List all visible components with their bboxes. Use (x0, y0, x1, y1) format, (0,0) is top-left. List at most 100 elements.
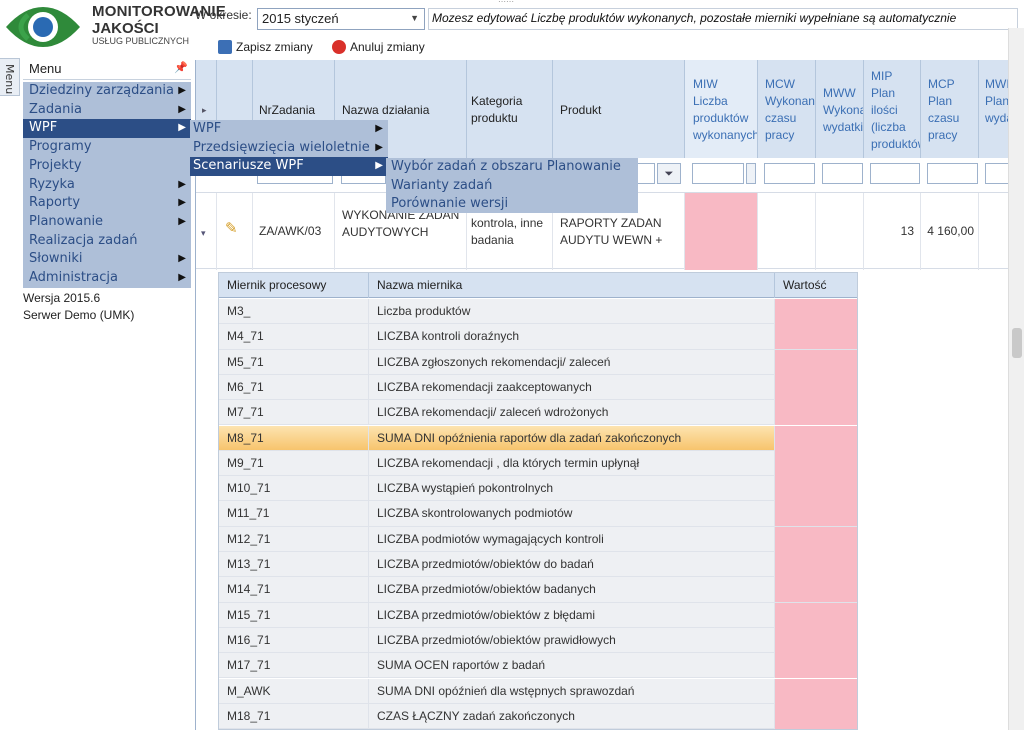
cancel-button-label: Anuluj zmiany (350, 40, 425, 54)
filter-mip-input[interactable] (870, 163, 920, 184)
hint-text: Mozesz edytować Liczbę produktów wykonan… (428, 8, 1018, 30)
chevron-right-icon: ▶ (178, 272, 186, 283)
submenu-item-wpf[interactable]: WPF ▶ (190, 120, 388, 139)
table-row[interactable]: M3_ Liczba produktów (219, 299, 857, 325)
filter-mcp-input[interactable] (927, 163, 978, 184)
header-nazwa-miernika[interactable]: Nazwa miernika (369, 273, 775, 298)
table-row[interactable]: M12_71 LICZBA podmiotów wymagających kont… (219, 526, 857, 552)
row-collapse[interactable]: ▾ (196, 193, 217, 270)
cell-wartosc[interactable] (775, 678, 857, 704)
row-edit[interactable]: ✎ (217, 193, 253, 270)
menu-item-label: Raporty (29, 195, 81, 211)
vertical-scrollbar[interactable] (1008, 28, 1024, 730)
filter-mcw-input[interactable] (764, 163, 815, 184)
filter-mww-input[interactable] (822, 163, 863, 184)
menu-item-zadania[interactable]: Zadania ▶ (23, 101, 191, 120)
cell-wartosc[interactable] (775, 425, 857, 451)
menu-item-ryzyka[interactable]: Ryzyka ▶ (23, 176, 191, 195)
menu-item-raporty[interactable]: Raporty ▶ (23, 194, 191, 213)
table-row[interactable]: M13_71 LICZBA przedmiotów/obiektów do bad… (219, 552, 857, 578)
submenu-item-label: Scenariusze WPF (193, 158, 304, 173)
header-kategoria[interactable]: Kategoria produktu (467, 60, 553, 158)
submenu-item-scenariusze[interactable]: Scenariusze WPF ▶ (190, 157, 388, 176)
table-row[interactable]: M5_71 LICZBA zgłoszonych rekomendacji/ za… (219, 349, 857, 375)
logo-eye-icon (6, 7, 80, 47)
menu-item-projekty[interactable]: Projekty (23, 157, 191, 176)
header-mww[interactable]: MWW Wykonany wydatki (816, 60, 864, 158)
cell-wartosc[interactable] (775, 299, 857, 324)
cell-miw[interactable] (685, 193, 758, 270)
cell-wartosc[interactable] (775, 324, 857, 350)
scrollbar-thumb[interactable] (1012, 328, 1022, 358)
save-button[interactable]: Zapisz zmiany (218, 37, 313, 57)
submenu-item-wybor-zadan[interactable]: Wybór zadań z obszaru Planowanie (386, 158, 638, 177)
cell-wartosc[interactable] (775, 400, 857, 426)
chevron-right-icon: ▶ (178, 215, 186, 227)
header-miernik[interactable]: Miernik procesowy (219, 273, 369, 298)
cell-wartosc[interactable] (775, 552, 857, 577)
chevron-right-icon: ▶ (178, 85, 186, 96)
submenu-item-porownanie[interactable]: Porównanie wersji (386, 195, 638, 214)
submenu-item-warianty[interactable]: Warianty zadań (386, 177, 638, 196)
cell-wartosc[interactable] (775, 577, 857, 603)
pin-icon[interactable]: 📌 (174, 61, 188, 74)
table-row[interactable]: M15_71 LICZBA przedmiotów/obiektów z błęd… (219, 602, 857, 628)
cell-wartosc[interactable] (775, 703, 857, 729)
table-row[interactable]: M18_71 CZAS ŁĄCZNY zadań zakończonych (219, 703, 857, 729)
cell-wartosc[interactable] (775, 653, 857, 679)
cell-wartosc[interactable] (775, 526, 857, 552)
subgrid-header: Miernik procesowy Nazwa miernika Wartość (219, 273, 857, 298)
table-row[interactable]: M7_71 LICZBA rekomendacji/ zaleceń wdrożo… (219, 400, 857, 426)
header-mcp[interactable]: MCP Plan czasu pracy (921, 60, 979, 158)
cell-miernik-name: LICZBA wystąpień pokontrolnych (369, 476, 775, 502)
cell-wartosc[interactable] (775, 602, 857, 628)
filter-miw-input[interactable] (692, 163, 744, 184)
filter-icon[interactable]: ⏷ (657, 163, 681, 184)
table-row[interactable]: M8_71 SUMA DNI opóźnienia raportów dla za… (219, 425, 857, 451)
menu-item-realizacja[interactable]: Realizacja zadań (23, 232, 191, 251)
cell-wartosc[interactable] (775, 627, 857, 653)
table-row[interactable]: M10_71 LICZBA wystąpień pokontrolnych (219, 476, 857, 502)
table-row[interactable]: M16_71 LICZBA przedmiotów/obiektów prawid… (219, 627, 857, 654)
menu-item-wpf[interactable]: WPF ▶ (23, 119, 191, 139)
okres-label: W okresie: (195, 8, 252, 22)
menu-item-label: Projekty (29, 157, 82, 173)
header-miw[interactable]: MIW Liczba produktów wykonanych (685, 60, 758, 158)
table-row[interactable]: M9_71 LICZBA rekomendacji , dla których t… (219, 450, 857, 477)
cell-mww (816, 193, 864, 270)
cell-miernik-name: LICZBA przedmiotów/obiektów z błędami (369, 602, 775, 628)
header-wartosc[interactable]: Wartość (775, 273, 857, 298)
resize-grip-icon[interactable]: ⋯⋯ (498, 0, 522, 6)
menu-item-planowanie[interactable]: Planowanie ▶ (23, 213, 191, 232)
cell-wartosc[interactable] (775, 450, 857, 476)
menu-item-administracja[interactable]: Administracja ▶ (23, 269, 191, 288)
mierniki-subgrid: Miernik procesowy Nazwa miernika Wartość… (218, 272, 858, 730)
header-produkt[interactable]: Produkt (553, 60, 685, 158)
table-row[interactable]: M_AWK SUMA DNI opóźnień dla wstępnych spr… (219, 678, 857, 704)
table-row[interactable]: M11_71 LICZBA skontrolowanych podmiotów (219, 501, 857, 527)
filter-miw-dropdown[interactable] (746, 163, 756, 184)
menu-item-label: Programy (29, 139, 92, 155)
header-mcw[interactable]: MCW Wykonany czasu pracy (758, 60, 816, 158)
table-row[interactable]: M17_71 SUMA OCEN raportów z badań (219, 653, 857, 679)
cell-wartosc[interactable] (775, 476, 857, 502)
table-row[interactable]: M4_71 LICZBA kontroli doraźnych (219, 324, 857, 350)
table-row[interactable]: M14_71 LICZBA przedmiotów/obiektów badany… (219, 577, 857, 603)
version-label: Wersja 2015.6 (23, 291, 101, 305)
menu-item-slowniki[interactable]: Słowniki ▶ (23, 250, 191, 269)
chevron-down-icon: ▾ (201, 228, 206, 238)
cell-wartosc[interactable] (775, 374, 857, 400)
menu-item-programy[interactable]: Programy (23, 138, 191, 157)
cell-wartosc[interactable] (775, 349, 857, 375)
cancel-icon (332, 40, 346, 54)
cell-wartosc[interactable] (775, 501, 857, 527)
cancel-button[interactable]: Anuluj zmiany (332, 37, 425, 57)
menu-item-dziedziny[interactable]: Dziedziny zarządzania ▶ (23, 82, 191, 101)
menu-side-tab[interactable]: Menu (0, 58, 20, 96)
menu-item-label: Administracja (29, 270, 118, 285)
chevron-right-icon: ▸ (202, 105, 207, 115)
table-row[interactable]: M6_71 LICZBA rekomendacji zaakceptowanych (219, 374, 857, 401)
header-mip[interactable]: MIP Plan ilości (liczba produktów) (864, 60, 921, 158)
submenu-item-przedsiewziecia[interactable]: Przedsięwzięcia wieloletnie ▶ (190, 139, 388, 158)
okres-select[interactable]: 2015 styczeń ▼ (257, 8, 425, 30)
